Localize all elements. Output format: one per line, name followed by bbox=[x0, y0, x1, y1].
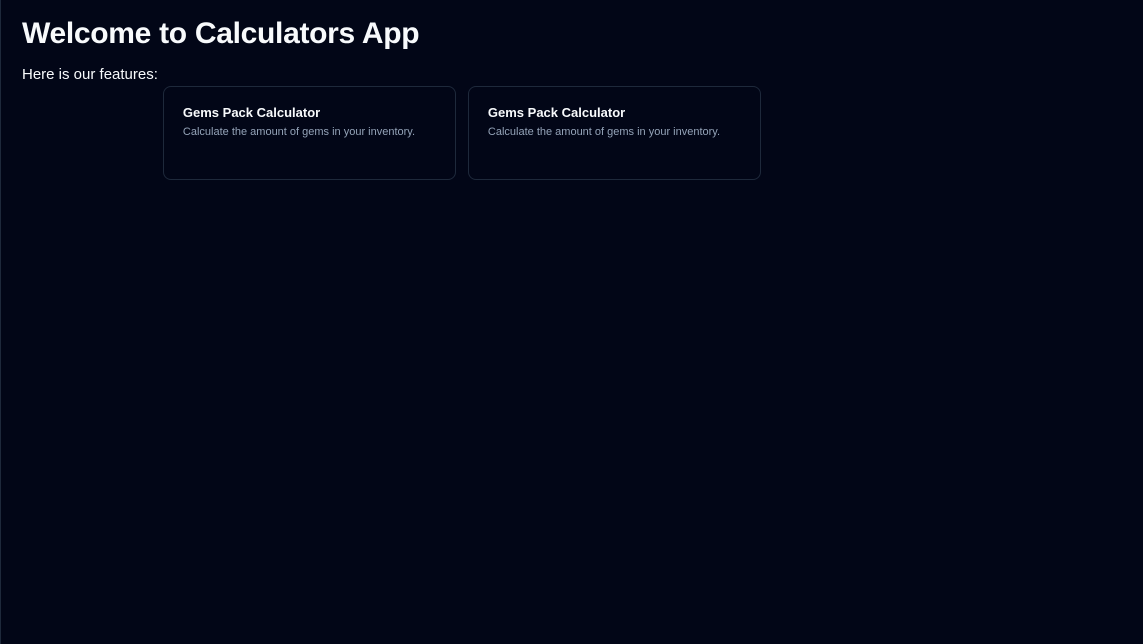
feature-cards: Gems Pack Calculator Calculate the amoun… bbox=[162, 86, 761, 180]
card-description: Calculate the amount of gems in your inv… bbox=[182, 126, 416, 138]
features-label: Here is our features: bbox=[22, 66, 158, 83]
card-description: Calculate the amount of gems in your inv… bbox=[487, 126, 721, 138]
page-content: Welcome to Calculators App Here is our f… bbox=[22, 0, 1143, 644]
page-title: Welcome to Calculators App bbox=[22, 17, 420, 50]
card-title: Gems Pack Calculator bbox=[487, 105, 626, 120]
feature-card-gems-pack-calculator-1[interactable]: Gems Pack Calculator Calculate the amoun… bbox=[162, 86, 456, 180]
feature-card-gems-pack-calculator-2[interactable]: Gems Pack Calculator Calculate the amoun… bbox=[467, 86, 761, 180]
card-title: Gems Pack Calculator bbox=[182, 105, 321, 120]
window-left-border bbox=[0, 0, 1, 644]
features-section: Here is our features: Gems Pack Calculat… bbox=[22, 64, 761, 180]
